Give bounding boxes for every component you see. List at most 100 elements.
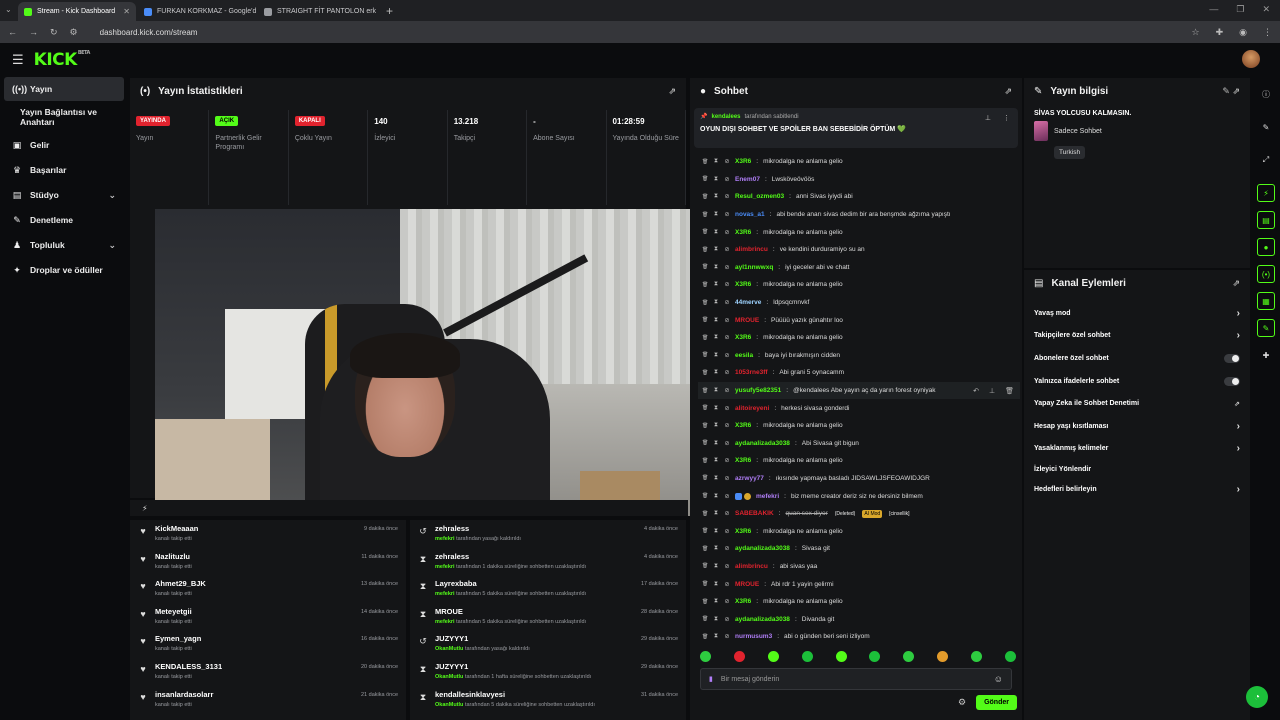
chat-message[interactable]: 🗑 ⧗ ⊘ X3R6: mikrodalga ne anlama gelio: [698, 329, 1020, 347]
chat-rail-icon[interactable]: ●: [1257, 238, 1275, 256]
feed-username[interactable]: MROUE: [435, 607, 634, 616]
trash-icon[interactable]: 🗑: [702, 335, 708, 341]
chat-username[interactable]: alitoireyeni: [735, 405, 769, 412]
feed-username[interactable]: KickMeaaan: [155, 524, 357, 533]
sidebar-item[interactable]: ▣ Gelir: [0, 133, 128, 157]
moderator-name[interactable]: mefekri: [435, 564, 455, 570]
pinned-by-user[interactable]: kendalees: [711, 114, 740, 120]
trash-icon[interactable]: 🗑: [702, 634, 708, 640]
emote-icon[interactable]: [869, 651, 881, 662]
timeout-icon[interactable]: ⧗: [713, 193, 719, 200]
ban-icon[interactable]: ⊘: [724, 581, 730, 588]
actions-popout-icon[interactable]: ⇗: [1232, 278, 1240, 289]
profile-icon[interactable]: ◉: [1239, 27, 1247, 38]
chat-username[interactable]: X3R6: [735, 598, 751, 605]
chat-message[interactable]: 🗑 ⧗ ⊘ azrwyy77: ıkısınde yapmaya basladı JID…: [698, 470, 1020, 488]
feed-username[interactable]: insanlardasolarr: [155, 690, 354, 699]
toggle-switch[interactable]: [1224, 376, 1240, 386]
sidebar-item[interactable]: Yayın Bağlantısı ve Anahtarı: [0, 105, 128, 129]
feed-username[interactable]: JUZYYY1: [435, 634, 634, 643]
trash-icon[interactable]: 🗑: [702, 282, 708, 288]
feed-username[interactable]: Eymen_yagn: [155, 634, 354, 643]
trash-icon[interactable]: 🗑: [702, 528, 708, 534]
trash-icon[interactable]: 🗑: [702, 440, 708, 446]
add-widget-icon[interactable]: ✚: [1257, 346, 1275, 364]
expand-icon[interactable]: ⤢: [1257, 151, 1275, 169]
timeout-icon[interactable]: ⧗: [713, 334, 719, 341]
chat-message[interactable]: 🗑 ⧗ ⊘ aydanalizada3038: Abi Sivasa git bigun: [698, 435, 1020, 453]
document-rail-icon[interactable]: ▤: [1257, 211, 1275, 229]
trash-icon[interactable]: 🗑: [702, 229, 708, 235]
chat-message-list[interactable]: 🗑 ⧗ ⊘ X3R6: mikrodalga ne anlama gelio 🗑 ⧗ ⊘ Ene…: [698, 153, 1020, 647]
trash-icon[interactable]: 🗑: [702, 212, 708, 218]
trash-icon[interactable]: 🗑: [702, 616, 708, 622]
chat-username[interactable]: alimbrincu: [735, 563, 768, 570]
timeout-icon[interactable]: ⧗: [713, 528, 719, 535]
channel-action-item[interactable]: Hesap yaşı kısıtlaması ›: [1024, 415, 1250, 438]
toggle-switch[interactable]: [1224, 353, 1240, 363]
chat-message[interactable]: 🗑 ⧗ ⊘ SABEBAKIK: quan sex diyor (Deleted) AI M…: [698, 505, 1020, 523]
ban-icon[interactable]: ⊘: [724, 440, 730, 447]
sidebar-item[interactable]: ((•)) Yayın: [4, 77, 124, 101]
chat-username[interactable]: ayl1nnwwxq: [735, 264, 773, 271]
feed-username[interactable]: zehraless: [435, 552, 637, 561]
emote-icon[interactable]: [937, 651, 949, 662]
edit-icon[interactable]: ✎ ⇗: [1222, 86, 1240, 97]
ban-icon[interactable]: ⊘: [724, 616, 730, 623]
chat-username[interactable]: mefekri: [756, 493, 779, 500]
stats-rail-icon[interactable]: ▦: [1257, 292, 1275, 310]
chat-message[interactable]: 🗑 ⧗ ⊘ 1053rne3ff: Abi grani 5 oynacamm: [698, 364, 1020, 382]
sidebar-item[interactable]: ♛ Başarılar: [0, 158, 128, 182]
emoji-icon[interactable]: ☺: [994, 674, 1003, 684]
ban-icon[interactable]: ⊘: [724, 457, 730, 464]
timeout-icon[interactable]: ⧗: [713, 264, 719, 271]
emote-icon[interactable]: [835, 651, 847, 662]
sidebar-item[interactable]: ♟ Topluluk ⌄: [0, 233, 128, 257]
trash-icon[interactable]: 🗑: [702, 563, 708, 569]
browser-tab[interactable]: Stream - Kick Dashboard ✕: [18, 2, 136, 21]
chat-message[interactable]: 🗑 ⧗ ⊘ yusufy5e82351: @kendalees Abe yayın aç…: [698, 381, 1020, 400]
chat-popout-icon[interactable]: ⇗: [1004, 86, 1012, 97]
browser-tab[interactable]: FURKAN KORKMAZ - Google'd✕: [138, 2, 256, 21]
channel-action-item[interactable]: Takipçilere özel sohbet ›: [1024, 325, 1250, 348]
feed-username[interactable]: JUZYYY1: [435, 662, 634, 671]
trash-icon[interactable]: 🗑: [702, 475, 708, 481]
emote-icon[interactable]: [700, 651, 711, 662]
send-button[interactable]: Gönder: [976, 695, 1017, 710]
chat-message[interactable]: 🗑 ⧗ ⊘ novas_a1: abi bende anarı sivas dedim …: [698, 206, 1020, 224]
ban-icon[interactable]: ⊘: [724, 369, 730, 376]
timeout-icon[interactable]: ⧗: [713, 440, 719, 447]
ban-icon[interactable]: ⊘: [724, 510, 730, 517]
extensions-icon[interactable]: ✚: [1216, 27, 1224, 38]
ban-icon[interactable]: ⊘: [724, 528, 730, 535]
timeout-icon[interactable]: ⧗: [713, 352, 719, 359]
chat-message[interactable]: 🗑 ⧗ ⊘ eesila: baya iyi bırakmışın cidden: [698, 347, 1020, 365]
chat-message[interactable]: 🗑 ⧗ ⊘ aydanalizada3038: Sivasa git: [698, 540, 1020, 558]
trash-icon[interactable]: 🗑: [702, 352, 708, 358]
chat-username[interactable]: 44merve: [735, 299, 761, 306]
channel-action-item[interactable]: Yavaş mod ›: [1024, 302, 1250, 325]
chat-username[interactable]: alimbrincu: [735, 246, 768, 253]
chat-message[interactable]: 🗑 ⧗ ⊘ MROUE: Abi rdr 1 yayin gelirmi: [698, 575, 1020, 593]
pin-message-icon[interactable]: ⊥: [989, 387, 995, 395]
ban-icon[interactable]: ⊘: [724, 264, 730, 271]
chat-message[interactable]: 🗑 ⧗ ⊘ Enem07: Lwsköveövöös: [698, 171, 1020, 189]
close-window-icon[interactable]: ✕: [1262, 4, 1270, 15]
trash-icon[interactable]: 🗑: [702, 317, 708, 323]
chat-message[interactable]: 🗑 ⧗ ⊘ X3R6: mikrodalga ne anlama gelio: [698, 417, 1020, 435]
feed-username[interactable]: Nazlituzlu: [155, 552, 354, 561]
timeout-icon[interactable]: ⧗: [713, 369, 719, 376]
ban-icon[interactable]: ⊘: [724, 563, 730, 570]
wrench-rail-icon[interactable]: ✎: [1257, 319, 1275, 337]
ban-icon[interactable]: ⊘: [724, 633, 730, 640]
timeout-icon[interactable]: ⧗: [713, 422, 719, 429]
moderator-name[interactable]: mefekri: [435, 591, 455, 597]
chat-username[interactable]: MROUE: [735, 317, 759, 324]
channel-action-item[interactable]: Yalnızca ifadelerle sohbet: [1024, 370, 1250, 393]
chat-message[interactable]: 🗑 ⧗ ⊘ aydanalizada3038: Divanda git: [698, 610, 1020, 628]
pinned-more-icon[interactable]: ⋮: [1003, 114, 1010, 122]
chat-username[interactable]: MROUE: [735, 581, 759, 588]
channel-action-item[interactable]: İzleyici Yönlendir: [1024, 460, 1250, 478]
ban-icon[interactable]: ⊘: [724, 211, 730, 218]
timeout-icon[interactable]: ⧗: [713, 281, 719, 288]
